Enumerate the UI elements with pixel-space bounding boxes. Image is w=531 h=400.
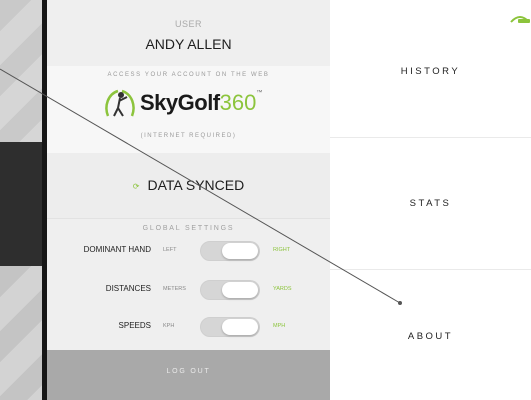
sync-section[interactable]: ⟳ DATA SYNCED	[47, 153, 330, 218]
user-caption: USER	[174, 19, 202, 29]
sync-label: DATA SYNCED	[147, 177, 245, 193]
device-edge	[0, 0, 47, 400]
internet-required-note: (INTERNET REQUIRED)	[140, 133, 237, 139]
distances-toggle[interactable]	[200, 280, 260, 300]
setting-option-left[interactable]: LEFT	[163, 247, 176, 253]
logo-number: 360	[219, 90, 257, 115]
toggle-knob[interactable]	[222, 319, 258, 335]
setting-row-speeds: SPEEDS KPH MPH	[47, 315, 330, 339]
nav-item-stats[interactable]: STATS	[330, 198, 531, 209]
global-settings-section: GLOBAL SETTINGS DOMINANT HAND LEFT RIGHT…	[47, 218, 330, 350]
skygolf-logo[interactable]: SkyGolf360™	[102, 86, 282, 120]
logout-label: LOG OUT	[166, 368, 211, 375]
dominant-hand-toggle[interactable]	[200, 241, 260, 261]
nav-item-history[interactable]: HISTORY	[330, 66, 531, 77]
web-access-section[interactable]: ACCESS YOUR ACCOUNT ON THE WEB SkyGolf36…	[47, 66, 330, 153]
setting-label: DOMINANT HAND	[83, 245, 151, 254]
sync-status: ⟳ DATA SYNCED	[47, 177, 330, 193]
nav-divider	[330, 269, 531, 270]
logo-word: SkyGolf	[140, 90, 220, 115]
speeds-toggle[interactable]	[200, 317, 260, 337]
nav-item-about[interactable]: ABOUT	[330, 331, 531, 342]
sync-icon: ⟳	[132, 181, 140, 191]
battery-icon	[510, 16, 530, 23]
nav-divider	[330, 137, 531, 138]
edge-segment-middle	[0, 142, 42, 266]
user-name: ANDY ALLEN	[145, 36, 232, 52]
setting-option-left[interactable]: METERS	[163, 286, 186, 292]
setting-option-right[interactable]: YARDS	[273, 286, 292, 292]
web-access-caption: ACCESS YOUR ACCOUNT ON THE WEB	[107, 72, 270, 78]
toggle-knob[interactable]	[222, 243, 258, 259]
toggle-knob[interactable]	[222, 282, 258, 298]
user-section: USER ANDY ALLEN	[47, 0, 330, 66]
setting-option-right[interactable]: MPH	[273, 323, 285, 329]
golfer-icon	[105, 89, 135, 117]
setting-option-left[interactable]: KPH	[163, 323, 174, 329]
edge-segment-bottom	[0, 266, 42, 400]
edge-segment-top	[0, 0, 42, 142]
setting-label: SPEEDS	[118, 321, 151, 330]
account-panel: USER ANDY ALLEN ACCESS YOUR ACCOUNT ON T…	[47, 0, 330, 400]
setting-option-right[interactable]: RIGHT	[273, 247, 290, 253]
global-settings-caption: GLOBAL SETTINGS	[142, 225, 235, 232]
logout-button[interactable]: LOG OUT	[47, 350, 330, 400]
setting-row-distances: DISTANCES METERS YARDS	[47, 278, 330, 302]
logo-trademark: ™	[256, 90, 263, 96]
setting-row-dominant-hand: DOMINANT HAND LEFT RIGHT	[47, 239, 330, 263]
main-nav: HISTORY STATS ABOUT	[330, 0, 531, 400]
setting-label: DISTANCES	[105, 284, 151, 293]
